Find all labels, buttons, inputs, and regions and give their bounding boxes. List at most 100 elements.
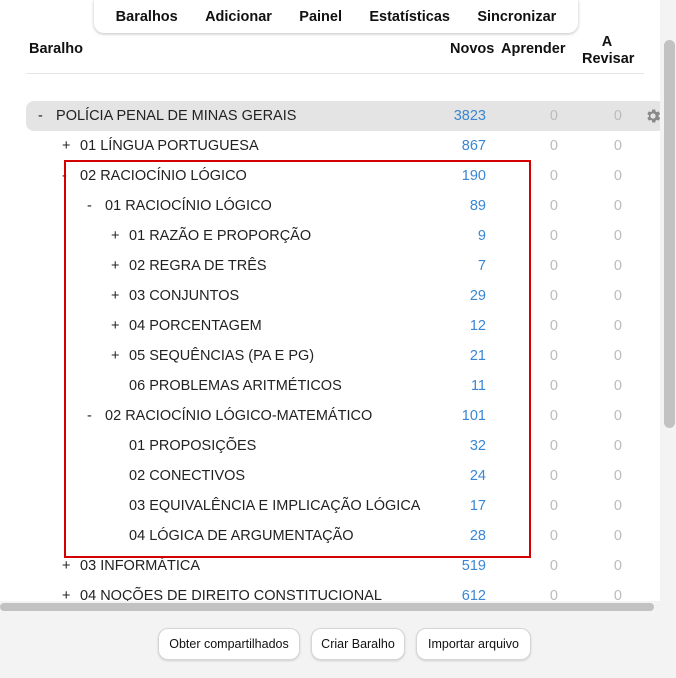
learn-count: 0 bbox=[549, 198, 558, 214]
new-count: 190 bbox=[461, 168, 486, 184]
new-count: 11 bbox=[470, 378, 486, 394]
deck-row[interactable]: + 04 PORCENTAGEM 12 0 0 bbox=[0, 311, 660, 341]
expand-toggle[interactable]: + bbox=[111, 228, 125, 244]
nav-add[interactable]: Adicionar bbox=[199, 9, 278, 25]
deck-name[interactable]: 01 RAZÃO E PROPORÇÃO bbox=[129, 228, 311, 244]
new-count: 7 bbox=[477, 258, 486, 274]
expand-toggle[interactable]: + bbox=[111, 288, 125, 304]
new-count: 21 bbox=[469, 348, 486, 364]
deck-row[interactable]: 01 PROPOSIÇÕES 32 0 0 bbox=[0, 431, 660, 461]
deck-row[interactable]: - 02 RACIOCÍNIO LÓGICO-MATEMÁTICO 101 0 … bbox=[0, 401, 660, 431]
collapse-toggle[interactable]: - bbox=[62, 168, 76, 184]
deck-name[interactable]: 02 RACIOCÍNIO LÓGICO bbox=[80, 168, 247, 184]
review-count: 0 bbox=[613, 378, 622, 394]
horizontal-scroll-thumb[interactable] bbox=[0, 603, 654, 611]
deck-name[interactable]: 01 PROPOSIÇÕES bbox=[129, 438, 256, 454]
collapse-toggle[interactable]: - bbox=[87, 408, 101, 424]
new-count: 89 bbox=[469, 198, 486, 214]
new-count: 9 bbox=[477, 228, 486, 244]
learn-count: 0 bbox=[549, 288, 558, 304]
review-count: 0 bbox=[613, 558, 622, 574]
deck-name[interactable]: 02 CONECTIVOS bbox=[129, 468, 245, 484]
expand-toggle[interactable]: + bbox=[62, 558, 76, 574]
deck-name[interactable]: 02 REGRA DE TRÊS bbox=[129, 258, 267, 274]
learn-count: 0 bbox=[549, 348, 558, 364]
deck-name[interactable]: 02 RACIOCÍNIO LÓGICO-MATEMÁTICO bbox=[105, 408, 372, 424]
new-count: 28 bbox=[469, 528, 486, 544]
learn-count: 0 bbox=[549, 468, 558, 484]
deck-name[interactable]: 04 LÓGICA DE ARGUMENTAÇÃO bbox=[129, 528, 354, 544]
create-deck-button[interactable]: Criar Baralho bbox=[311, 628, 405, 660]
learn-count: 0 bbox=[549, 528, 558, 544]
review-count: 0 bbox=[613, 228, 622, 244]
learn-count: 0 bbox=[549, 258, 558, 274]
deck-name[interactable]: 03 INFORMÁTICA bbox=[80, 558, 200, 574]
review-count: 0 bbox=[613, 498, 622, 514]
expand-toggle[interactable]: + bbox=[111, 348, 125, 364]
review-count: 0 bbox=[613, 288, 622, 304]
deck-name[interactable]: 06 PROBLEMAS ARITMÉTICOS bbox=[129, 378, 342, 394]
deck-name[interactable]: 01 LÍNGUA PORTUGUESA bbox=[80, 138, 259, 154]
deck-name[interactable]: 03 CONJUNTOS bbox=[129, 288, 239, 304]
new-count: 101 bbox=[461, 408, 486, 424]
deck-row[interactable]: 06 PROBLEMAS ARITMÉTICOS 11 0 0 bbox=[0, 371, 660, 401]
new-count: 12 bbox=[469, 318, 486, 334]
review-count: 0 bbox=[613, 198, 622, 214]
new-count: 519 bbox=[461, 558, 486, 574]
expand-toggle[interactable]: + bbox=[111, 318, 125, 334]
collapse-toggle[interactable]: - bbox=[87, 198, 101, 214]
deck-row[interactable]: + 05 SEQUÊNCIAS (PA E PG) 21 0 0 bbox=[0, 341, 660, 371]
review-count: 0 bbox=[613, 258, 622, 274]
deck-row[interactable]: - 02 RACIOCÍNIO LÓGICO 190 0 0 bbox=[0, 161, 660, 191]
gear-icon[interactable] bbox=[644, 107, 660, 125]
learn-count: 0 bbox=[549, 498, 558, 514]
horizontal-scrollbar[interactable] bbox=[0, 601, 660, 613]
deck-name[interactable]: 05 SEQUÊNCIAS (PA E PG) bbox=[129, 348, 314, 364]
header-new: Novos bbox=[450, 41, 495, 57]
learn-count: 0 bbox=[549, 558, 558, 574]
deck-name[interactable]: 03 EQUIVALÊNCIA E IMPLICAÇÃO LÓGICA bbox=[129, 498, 420, 514]
header-deck: Baralho bbox=[29, 41, 83, 57]
new-count: 867 bbox=[461, 138, 486, 154]
review-count: 0 bbox=[613, 138, 622, 154]
new-count: 3823 bbox=[453, 108, 486, 124]
bottom-bar: Obter compartilhados Criar Baralho Impor… bbox=[0, 613, 676, 678]
new-count: 24 bbox=[469, 468, 486, 484]
vertical-scroll-thumb[interactable] bbox=[664, 40, 675, 428]
deck-row[interactable]: 03 EQUIVALÊNCIA E IMPLICAÇÃO LÓGICA 17 0… bbox=[0, 491, 660, 521]
learn-count: 0 bbox=[549, 108, 558, 124]
deck-row[interactable]: + 02 REGRA DE TRÊS 7 0 0 bbox=[0, 251, 660, 281]
learn-count: 0 bbox=[549, 378, 558, 394]
review-count: 0 bbox=[613, 348, 622, 364]
new-count: 17 bbox=[469, 498, 486, 514]
review-count: 0 bbox=[613, 468, 622, 484]
deck-row[interactable]: 02 CONECTIVOS 24 0 0 bbox=[0, 461, 660, 491]
header-review: A Revisar bbox=[582, 34, 635, 67]
deck-name[interactable]: 01 RACIOCÍNIO LÓGICO bbox=[105, 198, 272, 214]
deck-row-policia-penal[interactable]: - POLÍCIA PENAL DE MINAS GERAIS 3823 0 0 bbox=[26, 101, 660, 131]
deck-row[interactable]: + 03 INFORMÁTICA 519 0 0 bbox=[0, 551, 660, 581]
learn-count: 0 bbox=[549, 228, 558, 244]
collapse-toggle[interactable]: - bbox=[38, 108, 52, 124]
nav-browse[interactable]: Painel bbox=[293, 9, 348, 25]
deck-row[interactable]: + 01 LÍNGUA PORTUGUESA 867 0 0 bbox=[0, 131, 660, 161]
nav-decks[interactable]: Baralhos bbox=[110, 9, 184, 25]
review-count: 0 bbox=[613, 318, 622, 334]
expand-toggle[interactable]: + bbox=[62, 138, 76, 154]
deck-row[interactable]: + 01 RAZÃO E PROPORÇÃO 9 0 0 bbox=[0, 221, 660, 251]
expand-toggle[interactable]: + bbox=[111, 258, 125, 274]
nav-sync[interactable]: Sincronizar bbox=[471, 9, 562, 25]
deck-row[interactable]: 04 LÓGICA DE ARGUMENTAÇÃO 28 0 0 bbox=[0, 521, 660, 551]
nav-stats[interactable]: Estatísticas bbox=[363, 9, 456, 25]
deck-row[interactable]: + 03 CONJUNTOS 29 0 0 bbox=[0, 281, 660, 311]
new-count: 32 bbox=[469, 438, 486, 454]
get-shared-button[interactable]: Obter compartilhados bbox=[158, 628, 300, 660]
vertical-scrollbar[interactable] bbox=[662, 40, 676, 606]
deck-name[interactable]: POLÍCIA PENAL DE MINAS GERAIS bbox=[56, 108, 296, 124]
deck-row[interactable]: - 01 RACIOCÍNIO LÓGICO 89 0 0 bbox=[0, 191, 660, 221]
learn-count: 0 bbox=[549, 408, 558, 424]
new-count: 29 bbox=[469, 288, 486, 304]
deck-name[interactable]: 04 PORCENTAGEM bbox=[129, 318, 262, 334]
deck-rows: - POLÍCIA PENAL DE MINAS GERAIS 3823 0 0… bbox=[0, 101, 660, 606]
import-file-button[interactable]: Importar arquivo bbox=[416, 628, 531, 660]
